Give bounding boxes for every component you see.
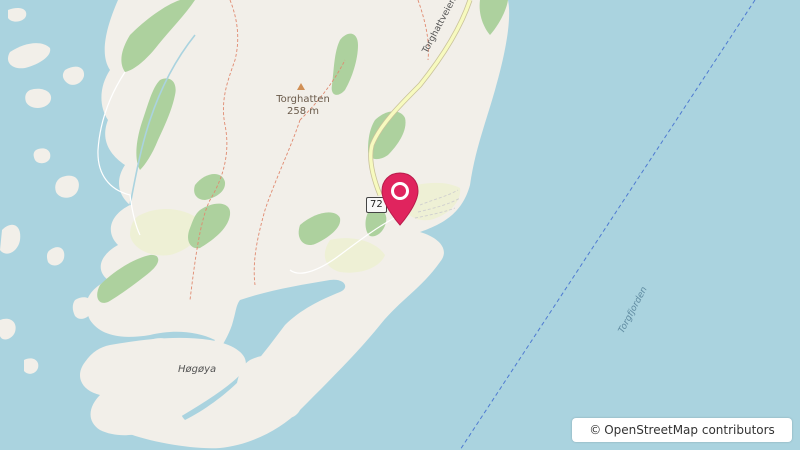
attribution-link[interactable]: OpenStreetMap contributors [604, 423, 775, 437]
peak-name-label: Torghatten [276, 94, 330, 105]
map-attribution[interactable]: © OpenStreetMap contributors [572, 418, 792, 442]
islet-6 [33, 148, 51, 164]
peak-elevation-label: 258 m [286, 106, 319, 117]
copyright-symbol: © [589, 423, 602, 437]
island-name-label: Høgøya [178, 364, 217, 375]
map-view[interactable]: Torghatten 258 m Høgøya Torghattveien To… [0, 0, 800, 450]
location-pin-icon[interactable] [379, 171, 421, 227]
